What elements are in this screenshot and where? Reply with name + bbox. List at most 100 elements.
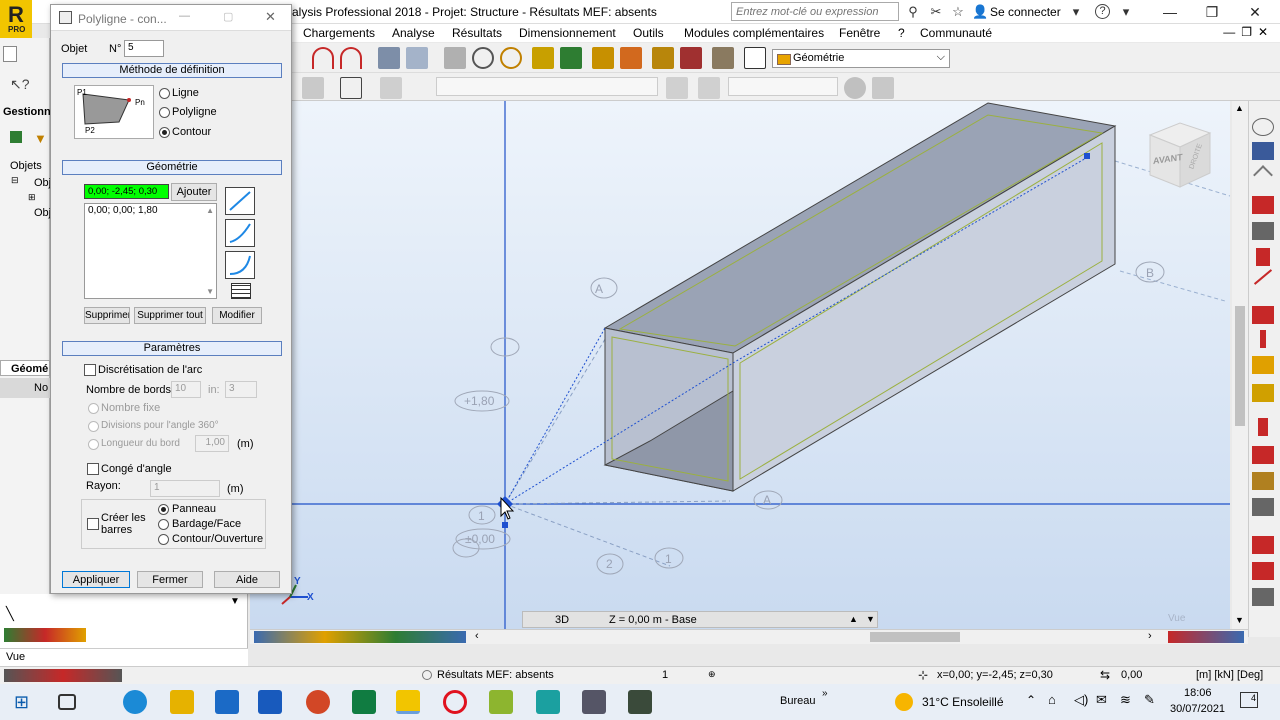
robot-taskbar-icon[interactable] [396, 690, 420, 714]
binoculars-icon[interactable]: ⚲ [905, 4, 921, 20]
hscroll-left-icon[interactable]: ‹ [475, 630, 479, 642]
tray-up-icon[interactable]: ⌃ [1026, 693, 1036, 707]
settings-icon[interactable] [712, 47, 734, 69]
radio-contour-label[interactable]: Contour [172, 126, 211, 138]
undo-icon[interactable] [312, 47, 334, 69]
volume-icon[interactable]: ◁) [1074, 692, 1088, 708]
app-icon[interactable] [582, 690, 606, 714]
pointer-icon[interactable] [302, 77, 324, 99]
radio-contour-ouverture-label[interactable]: Contour/Ouverture [172, 533, 263, 545]
explorer-icon[interactable] [170, 690, 194, 714]
help-icon[interactable]: ? [1095, 4, 1110, 19]
3d-viewport[interactable]: A B 1 2 1 A +1,80 ±0,00 AVANT DROITE Y X… [250, 101, 1230, 629]
view-right-tools-icon[interactable] [1168, 631, 1244, 643]
grid-dropdown-icon[interactable]: ▼ [230, 596, 240, 607]
menu-analyse[interactable]: Analyse [392, 26, 435, 40]
menu-dimensionnement[interactable]: Dimensionnement [519, 26, 616, 40]
dialog-title-bar[interactable]: Polyligne - con... — ▢ ✕ [51, 5, 291, 31]
palette-support-icon[interactable] [1252, 196, 1274, 214]
points-list[interactable]: 0,00; 0,00; 1,80 ▲ ▼ [84, 203, 217, 299]
units-indicator[interactable]: [m] [kN] [Deg] [1196, 669, 1263, 681]
calc-icon[interactable] [378, 47, 400, 69]
edge-icon[interactable] [123, 690, 147, 714]
modify-button[interactable]: Modifier [212, 307, 262, 324]
view-level[interactable]: Z = 0,00 m - Base [609, 614, 697, 626]
weather-text[interactable]: 31°C Ensoleillé [922, 695, 1004, 709]
palette-panel-icon[interactable] [1252, 306, 1274, 324]
notification-icon[interactable]: 4 [1240, 692, 1258, 708]
document-controls[interactable]: —❐✕ [1223, 25, 1274, 39]
help-pointer-icon[interactable]: ↖? [10, 76, 30, 93]
scroll-thumb[interactable] [1235, 306, 1245, 426]
opera-icon[interactable] [443, 690, 467, 714]
palette-calc-icon[interactable] [1252, 384, 1274, 402]
powerpoint-icon[interactable] [306, 690, 330, 714]
menu-fenetre[interactable]: Fenêtre [839, 26, 880, 40]
palette-load-case-icon[interactable] [1252, 356, 1274, 374]
create-bars-label[interactable]: Créer les barres [101, 512, 156, 536]
robot-logo[interactable]: R PRO [0, 0, 32, 38]
clock-date[interactable]: 30/07/2021 [1170, 703, 1225, 715]
fillet-label[interactable]: Congé d'angle [101, 463, 172, 475]
delete-button[interactable]: Supprimer [84, 307, 130, 324]
clock-time[interactable]: 18:06 [1184, 687, 1212, 699]
snap-icon[interactable] [560, 47, 582, 69]
palette-pen-icon[interactable] [1252, 498, 1274, 516]
measure-icon[interactable] [592, 47, 614, 69]
tree-expand-icon-2[interactable]: ⊞ [28, 192, 36, 203]
apply-button[interactable]: Appliquer [62, 571, 130, 588]
palette-section-icon[interactable] [1252, 222, 1274, 240]
tree-expand-icon[interactable]: ⊟ [11, 175, 19, 186]
scroll-down-icon[interactable]: ▼ [1235, 615, 1244, 625]
redo-icon[interactable] [340, 47, 362, 69]
radio-ligne[interactable] [159, 88, 170, 99]
palette-load-icon[interactable] [1260, 330, 1266, 348]
palette-material-icon[interactable] [1252, 446, 1274, 464]
tree-item-2[interactable]: Obj [34, 207, 51, 219]
user-icon[interactable]: 👤 [972, 4, 988, 20]
maximize-button[interactable]: ❐ [1192, 2, 1232, 22]
palette-i-beam-icon[interactable] [1258, 418, 1268, 436]
preferences-icon[interactable] [680, 47, 702, 69]
radio-ligne-label[interactable]: Ligne [172, 87, 199, 99]
display-icon[interactable] [532, 47, 554, 69]
pick-arc2-icon[interactable] [225, 251, 255, 279]
snap-setting-icon[interactable]: ⇆ [1100, 668, 1110, 682]
view-mode[interactable]: 3D [555, 614, 569, 626]
login-link[interactable]: Se connecter [990, 5, 1061, 19]
close-button[interactable]: Fermer [137, 571, 203, 588]
bar-icon[interactable] [698, 77, 720, 99]
pick-arc-icon[interactable] [225, 219, 255, 247]
palette-stairs-icon[interactable] [1252, 536, 1274, 554]
minimize-button[interactable]: — [1150, 2, 1190, 22]
node-icon[interactable] [666, 77, 688, 99]
scroll-up-icon[interactable]: ▲ [1235, 103, 1244, 113]
lang-icon[interactable]: ✉ [1096, 692, 1107, 708]
layout-icon[interactable] [744, 47, 766, 69]
radio-panneau-label[interactable]: Panneau [172, 503, 216, 515]
hscroll-thumb[interactable] [870, 632, 960, 642]
search-input[interactable] [731, 2, 899, 21]
list-scroll-down-icon[interactable]: ▼ [206, 287, 214, 296]
palette-node-icon[interactable] [1252, 118, 1274, 136]
menu-resultats[interactable]: Résultats [452, 26, 502, 40]
level-down-icon[interactable]: ▼ [866, 614, 875, 624]
palette-scale-icon[interactable] [1252, 588, 1274, 606]
vertical-scrollbar[interactable]: ▲ ▼ [1232, 101, 1248, 629]
report-icon[interactable] [652, 47, 674, 69]
table-icon[interactable] [406, 47, 428, 69]
radio-polyligne[interactable] [159, 107, 170, 118]
release-icon[interactable] [844, 77, 866, 99]
add-button[interactable]: Ajouter [171, 183, 217, 201]
list-scroll-up-icon[interactable]: ▲ [206, 206, 214, 215]
selection-icon[interactable]: ⊕ [708, 669, 716, 680]
vue-field[interactable]: Vue [0, 648, 248, 666]
tree-root[interactable]: Objets [10, 160, 42, 172]
close-window-button[interactable]: ✕ [1235, 2, 1275, 22]
task-view-icon[interactable] [58, 694, 76, 710]
dialog-close-button[interactable]: ✕ [265, 9, 276, 25]
desktop-label[interactable]: Bureau [780, 695, 815, 707]
pick-line-icon[interactable] [225, 187, 255, 215]
arc-discretisation-checkbox[interactable] [84, 364, 96, 376]
radio-bardage-label[interactable]: Bardage/Face [172, 518, 241, 530]
